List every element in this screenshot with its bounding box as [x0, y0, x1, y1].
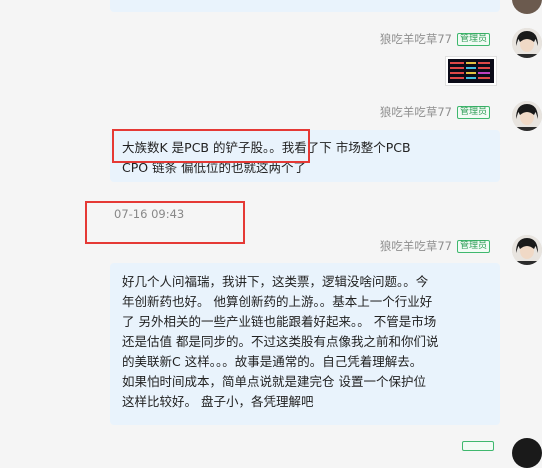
message-line: 如果怕时间成本，简单点说就是建完仓 设置一个保护位 — [122, 374, 426, 389]
admin-badge-partial — [462, 441, 494, 451]
avatar-portrait-icon — [512, 101, 542, 131]
avatar-portrait-icon — [512, 235, 542, 265]
sender-name[interactable]: 狼吃羊吃草77 — [380, 104, 452, 120]
message-text: 好几个人问福瑞，我讲下，这类票，逻辑没啥问题。。今 年创新药也好。 他算创新药的… — [122, 272, 488, 412]
stock-table-image-icon — [448, 59, 494, 83]
sender-row: 狼吃羊吃草77 管理员 — [380, 31, 490, 47]
sender-name[interactable]: 狼吃羊吃草77 — [380, 31, 452, 47]
admin-badge: 管理员 — [456, 105, 490, 119]
sender-name[interactable]: 狼吃羊吃草77 — [380, 238, 452, 254]
admin-badge: 管理员 — [456, 239, 490, 253]
highlight-box — [85, 201, 245, 244]
message-line: 的美联新C 这样。。。故事是通常的。自己凭着理解去。 — [122, 354, 423, 369]
stock-screenshot-thumbnail[interactable] — [445, 56, 497, 86]
avatar[interactable] — [512, 438, 542, 468]
avatar[interactable] — [512, 235, 542, 265]
avatar[interactable] — [512, 0, 542, 14]
previous-message-bubble — [110, 0, 500, 12]
sender-row: 狼吃羊吃草77 管理员 — [380, 238, 490, 254]
avatar-portrait-icon — [512, 28, 542, 58]
avatar[interactable] — [512, 28, 542, 58]
message-line: 好几个人问福瑞，我讲下，这类票，逻辑没啥问题。。今 — [122, 274, 429, 289]
sender-row: 狼吃羊吃草77 管理员 — [380, 104, 490, 120]
message-line: 年创新药也好。 他算创新药的上游。。基本上一个行业好 — [122, 294, 433, 309]
message-line: 这样比较好。 盘子小，各凭理解吧 — [122, 394, 314, 409]
message-bubble[interactable]: 好几个人问福瑞，我讲下，这类票，逻辑没啥问题。。今 年创新药也好。 他算创新药的… — [110, 263, 500, 425]
message-line: 还是估值 都是同步的。不过这类股有点像我之前和你们说 — [122, 334, 439, 349]
message-line: 了 另外相关的一些产业链也能跟着好起来。。 不管是市场 — [122, 314, 437, 329]
avatar[interactable] — [512, 101, 542, 131]
admin-badge: 管理员 — [456, 32, 490, 46]
highlight-box — [112, 129, 310, 163]
